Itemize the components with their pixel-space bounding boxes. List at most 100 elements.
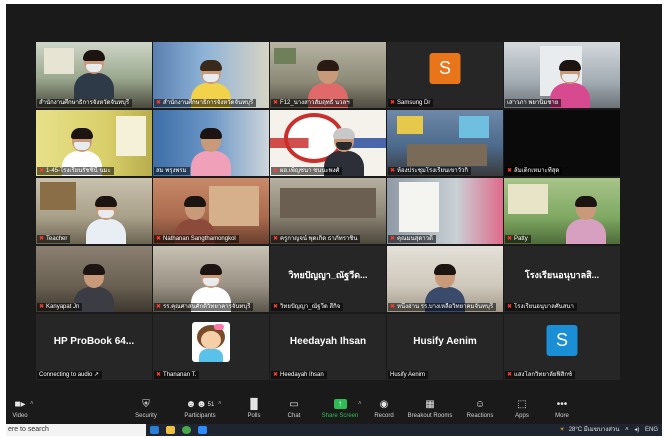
muted-mic-icon: ✖ xyxy=(156,236,162,242)
video-tile[interactable]: วิทยปัญญา_ณัฐวีด... ✖ วิทยปัญญา_ณัฐวีด สี… xyxy=(270,246,386,312)
participant-name-text: Connecting to audio xyxy=(39,372,93,378)
participant-name-text: F12_นางสาวสัมฤทธิ์ นวลฯ xyxy=(280,100,350,106)
muted-mic-icon: ✖ xyxy=(156,372,162,378)
chat-bubble-icon: ▭ xyxy=(289,399,299,410)
video-tile[interactable]: ✖ คุณมนสุดาวดี xyxy=(387,178,503,244)
participant-name: ✖ F12_นางสาวสัมฤทธิ์ นวลฯ xyxy=(271,99,353,107)
video-tile[interactable]: ✖ Nathanan Sangthamongkol xyxy=(153,178,269,244)
video-tile[interactable]: ✖สำนักงานศึกษาธิการจังหวัดจันทบุรี xyxy=(153,42,269,108)
participant-display-name: โรงเรียนอนุบาลสิ... xyxy=(524,270,600,280)
participant-name: ✖ 1-45-โรงเรียนรัชชินี นมะ xyxy=(37,167,114,175)
participant-name-text: เสาวภา พยานิมชาย xyxy=(507,100,559,106)
breakout-rooms-button[interactable]: ▦ Breakout Rooms xyxy=(404,398,456,420)
participant-name-text: Kanyapat Jn xyxy=(46,304,80,310)
participants-count: 51 xyxy=(207,402,215,408)
participant-display-name: Heedayah Ihsan xyxy=(289,336,367,347)
edge-browser-icon[interactable] xyxy=(150,426,159,434)
video-label: Video xyxy=(12,413,28,419)
participant-name-text: คุณมนสุดาวดี xyxy=(397,236,433,242)
video-tile[interactable]: ✖ 1-45-โรงเรียนรัชชินี นมะ xyxy=(36,110,152,176)
participants-label: Participants xyxy=(184,413,216,419)
video-button[interactable]: ■▸ Video ˄ xyxy=(6,398,46,420)
participant-name-text: ส้มเด็กเหมาะที่สุด xyxy=(514,168,560,174)
participant-name-text: Teacher xyxy=(46,236,68,242)
video-tile[interactable]: ✖ Kanyapat Jn xyxy=(36,246,152,312)
participant-name: ✖สำนักงานศึกษาธิการจังหวัดจันทบุรี xyxy=(154,99,257,107)
more-dots-icon: ••• xyxy=(556,399,568,410)
zoom-meeting-window: ✖สำนักงานศึกษาธิการจังหวัดจันทบุรี ✖สำนั… xyxy=(6,4,662,436)
video-tile[interactable]: ✖ รร.คุณศาสนศักดิ์วิทยาคารจันทบุรี xyxy=(153,246,269,312)
file-explorer-icon[interactable] xyxy=(166,426,175,434)
video-tile[interactable]: S ✖ Samsung Dr xyxy=(387,42,503,108)
video-tile[interactable]: โรงเรียนอนุบาลสิ... ✖ โรงเรียนอนุบาลศันสน… xyxy=(504,246,620,312)
zoom-app-icon[interactable] xyxy=(198,426,207,434)
participant-display-name: HP ProBook 64... xyxy=(53,336,135,347)
cartoon-avatar xyxy=(192,322,230,362)
muted-mic-icon: ✖ xyxy=(390,304,396,310)
avatar-initial: S xyxy=(555,330,568,350)
participant-name: ✖ Thananan T. xyxy=(154,371,200,379)
participants-button[interactable]: ☻☻51 Participants ˄ xyxy=(174,398,226,420)
muted-mic-icon: ✖ xyxy=(156,100,162,106)
participant-name-text: Thananan T. xyxy=(163,372,197,378)
participant-name-text: 1-45-โรงเรียนรัชชินี นมะ xyxy=(46,168,111,174)
participant-name: ✖ คุณมนสุดาวดี xyxy=(388,235,436,243)
participant-display-name: วิทยปัญญา_ณัฐวีด... xyxy=(288,270,368,280)
security-button[interactable]: ⛨ Security xyxy=(120,398,172,420)
system-tray: ☀ 28°C มีเมฆบางส่วน ˄ ◂) ENG xyxy=(555,424,658,436)
muted-mic-icon: ✖ xyxy=(273,304,279,310)
participant-name: ✖ หนึ่งอ่าน รร.บางเหลือวิทยาคมจันทบุรี xyxy=(388,303,497,311)
video-tile[interactable]: ✖ Thananan T. xyxy=(153,314,269,380)
participant-name: ✖ ส้มเด็กเหมาะที่สุด xyxy=(505,167,563,175)
participant-name: ✖ ผอ.เพ็ญชนา ชนนะพงศ์ xyxy=(271,167,343,175)
video-tile[interactable]: S ✖ แสงโลกวิทยาลัยฟิสิกซ์ xyxy=(504,314,620,380)
chat-button[interactable]: ▭ Chat xyxy=(268,398,320,420)
language-indicator[interactable]: ENG xyxy=(645,427,658,433)
video-tile[interactable]: Husify Aenim ✖Husify Aenim xyxy=(387,314,503,380)
participant-name-text: ครูกาญจน์ พุดเกิด ธาภัทราชิน xyxy=(280,236,358,242)
participants-options-caret-icon[interactable]: ˄ xyxy=(218,401,222,407)
windows-taskbar: ere to search ☀ 28°C มีเมฆบางส่วน ˄ ◂) EN… xyxy=(6,424,662,436)
weather-text[interactable]: 28°C มีเมฆบางส่วน xyxy=(569,427,620,433)
muted-mic-icon: ✖ xyxy=(273,236,279,242)
record-button[interactable]: ◉ Record xyxy=(358,398,410,420)
muted-mic-icon: ✖ xyxy=(507,236,513,242)
more-label: More xyxy=(555,413,569,419)
participant-name: ✖ Kanyapat Jn xyxy=(37,303,83,311)
muted-mic-icon: ✖ xyxy=(39,304,45,310)
participant-name: ✖ Teacher xyxy=(37,235,71,243)
participant-name: ✖ วิทยปัญญา_ณัฐวีด สีกิจ xyxy=(271,303,344,311)
video-tile[interactable]: ✖ ส้มเด็กเหมาะที่สุด xyxy=(504,110,620,176)
video-tile[interactable]: ✖สำนักงานศึกษาธิการจังหวัดจันทบุรี xyxy=(36,42,152,108)
participant-name: ✖ Nathanan Sangthamongkol xyxy=(154,235,239,243)
video-tile[interactable]: ✖สม พรุงพรม xyxy=(153,110,269,176)
chrome-browser-icon[interactable] xyxy=(182,426,191,434)
video-tile[interactable]: ✖ หนึ่งอ่าน รร.บางเหลือวิทยาคมจันทบุรี xyxy=(387,246,503,312)
participant-name-text: Heedayah Ihsan xyxy=(280,372,324,378)
video-options-caret-icon[interactable]: ˄ xyxy=(30,401,34,407)
participant-name: ✖สม พรุงพรม xyxy=(154,167,190,175)
muted-mic-icon: ✖ xyxy=(273,100,279,106)
muted-mic-icon: ✖ xyxy=(507,372,513,378)
speaker-icon[interactable]: ◂) xyxy=(634,427,639,433)
video-tile[interactable]: ✖ Patty xyxy=(504,178,620,244)
video-gallery-grid: ✖สำนักงานศึกษาธิการจังหวัดจันทบุรี ✖สำนั… xyxy=(36,42,620,380)
video-tile[interactable]: Heedayah Ihsan ✖ Heedayah Ihsan xyxy=(270,314,386,380)
muted-mic-icon: ✖ xyxy=(390,168,396,174)
video-tile[interactable]: ✖เสาวภา พยานิมชาย xyxy=(504,42,620,108)
participant-name: ✖ ครูกาญจน์ พุดเกิด ธาภัทราชิน xyxy=(271,235,361,243)
participant-name-text: Samsung Dr xyxy=(397,100,431,106)
video-tile[interactable]: ✖ ห้องประชุมโรงเรียนเขาวัวกิ xyxy=(387,110,503,176)
participant-name: ✖เสาวภา พยานิมชาย xyxy=(505,99,562,107)
video-tile[interactable]: ✖ ครูกาญจน์ พุดเกิด ธาภัทราชิน xyxy=(270,178,386,244)
more-button[interactable]: ••• More xyxy=(536,398,588,420)
muted-mic-icon: ✖ xyxy=(507,304,513,310)
video-tile[interactable]: HP ProBook 64... ✖Connecting to audio ↗ xyxy=(36,314,152,380)
taskbar-search-box[interactable]: ere to search xyxy=(6,424,146,436)
tray-chevron-icon[interactable]: ˄ xyxy=(625,427,629,433)
muted-mic-icon: ✖ xyxy=(156,304,162,310)
video-tile[interactable]: ✖ ผอ.เพ็ญชนา ชนนะพงศ์ xyxy=(270,110,386,176)
participant-name: ✖ Samsung Dr xyxy=(388,99,434,107)
video-tile[interactable]: ✖ Teacher xyxy=(36,178,152,244)
video-tile[interactable]: ✖ F12_นางสาวสัมฤทธิ์ นวลฯ xyxy=(270,42,386,108)
